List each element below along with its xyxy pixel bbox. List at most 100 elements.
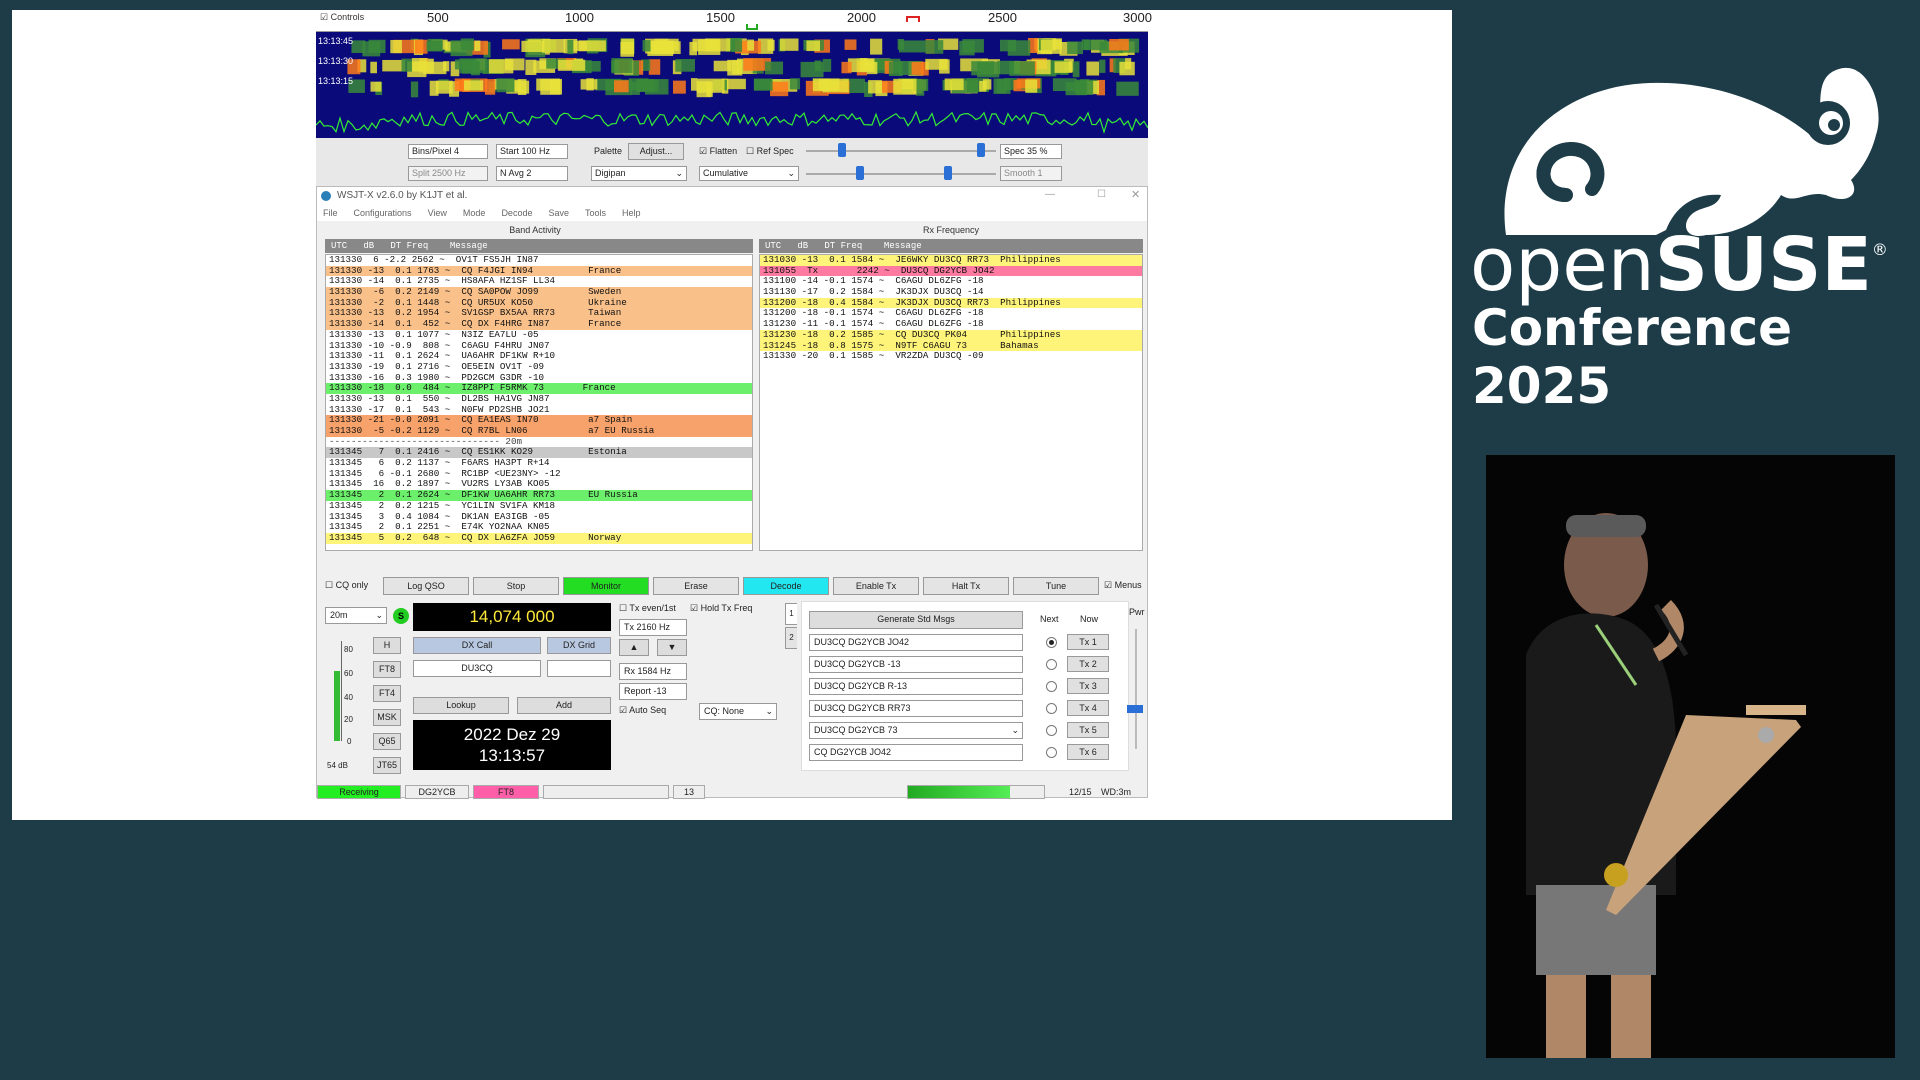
flatten-checkbox[interactable]: ☑ Flatten (699, 146, 737, 157)
next-label: Next (1040, 614, 1059, 624)
add-button[interactable]: Add (517, 697, 611, 714)
menu-tools[interactable]: Tools (585, 208, 606, 218)
spec-spinbox[interactable]: Spec 35 % (1000, 144, 1062, 159)
split-spinbox[interactable]: Split 2500 Hz (408, 166, 488, 181)
signal-meter-bar (334, 671, 340, 741)
adjust-button[interactable]: Adjust... (628, 143, 684, 160)
tx-freq-spinbox[interactable]: Tx 2160 Hz (619, 619, 687, 636)
controls-checkbox[interactable]: ☑ Controls (320, 12, 364, 23)
bins-per-pixel-spinbox[interactable]: Bins/Pixel 4 (408, 144, 488, 159)
tab-1[interactable]: 1 (785, 603, 797, 625)
up-arrow-button[interactable]: ▲ (619, 639, 649, 656)
power-slider-handle[interactable] (1127, 705, 1143, 713)
zero-slider-handle[interactable] (977, 143, 985, 157)
generate-std-msgs-button[interactable]: Generate Std Msgs (809, 611, 1023, 629)
menu-mode[interactable]: Mode (463, 208, 486, 218)
smooth-spinbox[interactable]: Smooth 1 (1000, 166, 1062, 181)
menu-configurations[interactable]: Configurations (354, 208, 412, 218)
gain-slider-handle[interactable] (838, 143, 846, 157)
mode-q65-button[interactable]: Q65 (373, 733, 401, 750)
tx3-button[interactable]: Tx 3 (1067, 678, 1109, 694)
tx1-message-input[interactable]: DU3CQ DG2YCB JO42 (809, 634, 1023, 651)
decode-row[interactable]: 131345 5 0.2 648 ~ CQ DX LA6ZFA JO59 Nor… (326, 532, 752, 544)
tx6-next-radio[interactable] (1046, 747, 1057, 758)
palette-select[interactable]: Digipan ⌄ (591, 166, 687, 181)
menu-save[interactable]: Save (548, 208, 569, 218)
tx5-button[interactable]: Tx 5 (1067, 722, 1109, 738)
halt-tx-button[interactable]: Halt Tx (923, 577, 1009, 595)
tx-even-checkbox[interactable]: ☐ Tx even/1st (619, 603, 676, 614)
plot-slider-handle[interactable] (856, 166, 864, 180)
maximize-icon[interactable]: ☐ (1097, 189, 1106, 200)
log-qso-button[interactable]: Log QSO (383, 577, 469, 595)
tx6-button[interactable]: Tx 6 (1067, 744, 1109, 760)
waterfall-display[interactable]: 13:13:45 13:13:30 13:13:15 (316, 32, 1148, 147)
app-icon (321, 191, 331, 201)
band-activity-list[interactable]: 131330 6 -2.2 2562 ~ OV1T FS5JH IN87 1313… (325, 254, 753, 551)
mode-msk-button[interactable]: MSK (373, 709, 401, 726)
tx2-message-input[interactable]: DU3CQ DG2YCB -13 (809, 656, 1023, 673)
monitor-button[interactable]: Monitor (563, 577, 649, 595)
mode-ft4-button[interactable]: FT4 (373, 685, 401, 702)
mode-jt65-button[interactable]: JT65 (373, 757, 401, 774)
start-freq-spinbox[interactable]: Start 100 Hz (496, 144, 568, 159)
down-arrow-button[interactable]: ▼ (657, 639, 687, 656)
minimize-icon[interactable]: — (1045, 189, 1055, 200)
enable-tx-button[interactable]: Enable Tx (833, 577, 919, 595)
tx5-next-radio[interactable] (1046, 725, 1057, 736)
tx4-button[interactable]: Tx 4 (1067, 700, 1109, 716)
cq-select[interactable]: CQ: None ⌄ (699, 703, 777, 720)
cumulative-select[interactable]: Cumulative ⌄ (699, 166, 799, 181)
tx3-message-input[interactable]: DU3CQ DG2YCB R-13 (809, 678, 1023, 695)
rx-frequency-list[interactable]: 131030 -13 0.1 1584 ~ JE6WKY DU3CQ RR73 … (759, 254, 1143, 551)
tx4-message-input[interactable]: DU3CQ DG2YCB RR73 (809, 700, 1023, 717)
decode-row[interactable]: 131330 -13 0.1 1077 ~ N3IZ EA7LU -05 (326, 329, 752, 341)
hold-tx-freq-checkbox[interactable]: ☑ Hold Tx Freq (690, 603, 752, 614)
menu-decode[interactable]: Decode (501, 208, 532, 218)
decode-row[interactable]: 131330 -20 0.1 1585 ~ VR2ZDA DU3CQ -09 (760, 350, 1142, 362)
stop-button[interactable]: Stop (473, 577, 559, 595)
period-progress-fill (908, 786, 1010, 798)
cq-only-checkbox[interactable]: ☐ CQ only (325, 580, 368, 591)
mode-h-button[interactable]: H (373, 637, 401, 654)
menu-file[interactable]: File (323, 208, 338, 218)
lookup-button[interactable]: Lookup (413, 697, 509, 714)
tx3-next-radio[interactable] (1046, 681, 1057, 692)
power-slider[interactable] (1135, 629, 1137, 749)
tx1-button[interactable]: Tx 1 (1067, 634, 1109, 650)
band-select[interactable]: 20m ⌄ (325, 607, 387, 624)
close-icon[interactable]: ✕ (1131, 188, 1140, 201)
decode-row[interactable]: 131330 -19 0.1 2716 ~ OE5EIN OV1T -09 (326, 361, 752, 373)
decode-row[interactable]: 131345 2 0.2 1215 ~ YC1LIN SV1FA KM18 (326, 500, 752, 512)
tx-marker[interactable] (906, 16, 920, 22)
tune-button[interactable]: Tune (1013, 577, 1099, 595)
period-status: 12/15 (1069, 787, 1092, 797)
tx4-next-radio[interactable] (1046, 703, 1057, 714)
tx5-message-select[interactable]: DU3CQ DG2YCB 73 ⌄ (809, 722, 1023, 739)
tx1-next-radio[interactable] (1046, 637, 1057, 648)
decode-row[interactable]: 131230 -18 0.2 1585 ~ CQ DU3CQ PK04 Phil… (760, 329, 1142, 341)
rx-freq-spinbox[interactable]: Rx 1584 Hz (619, 663, 687, 680)
waterfall-settings: Bins/Pixel 4 Start 100 Hz Palette Adjust… (316, 138, 1148, 186)
ref-spec-checkbox[interactable]: ☐ Ref Spec (746, 146, 794, 157)
decode-button[interactable]: Decode (743, 577, 829, 595)
tx6-message-input[interactable]: CQ DG2YCB JO42 (809, 744, 1023, 761)
tx2-button[interactable]: Tx 2 (1067, 656, 1109, 672)
report-spinbox[interactable]: Report -13 (619, 683, 687, 700)
dx-call-input[interactable]: DU3CQ (413, 660, 541, 677)
menu-help[interactable]: Help (622, 208, 641, 218)
stream-frame: ☑ Controls 500 1000 1500 2000 2500 3000 … (0, 0, 1920, 1080)
rx-marker[interactable] (746, 24, 758, 30)
n-avg-spinbox[interactable]: N Avg 2 (496, 166, 568, 181)
tab-2[interactable]: 2 (785, 627, 797, 649)
dx-grid-input[interactable] (547, 660, 611, 677)
erase-button[interactable]: Erase (653, 577, 739, 595)
mode-ft8-button[interactable]: FT8 (373, 661, 401, 678)
menus-checkbox[interactable]: ☑ Menus (1104, 580, 1142, 591)
tx2-next-radio[interactable] (1046, 659, 1057, 670)
gain-slider[interactable] (806, 150, 996, 152)
auto-seq-checkbox[interactable]: ☑ Auto Seq (619, 705, 666, 716)
plot-slider[interactable] (806, 173, 996, 175)
menu-view[interactable]: View (428, 208, 447, 218)
plot-zero-slider-handle[interactable] (944, 166, 952, 180)
